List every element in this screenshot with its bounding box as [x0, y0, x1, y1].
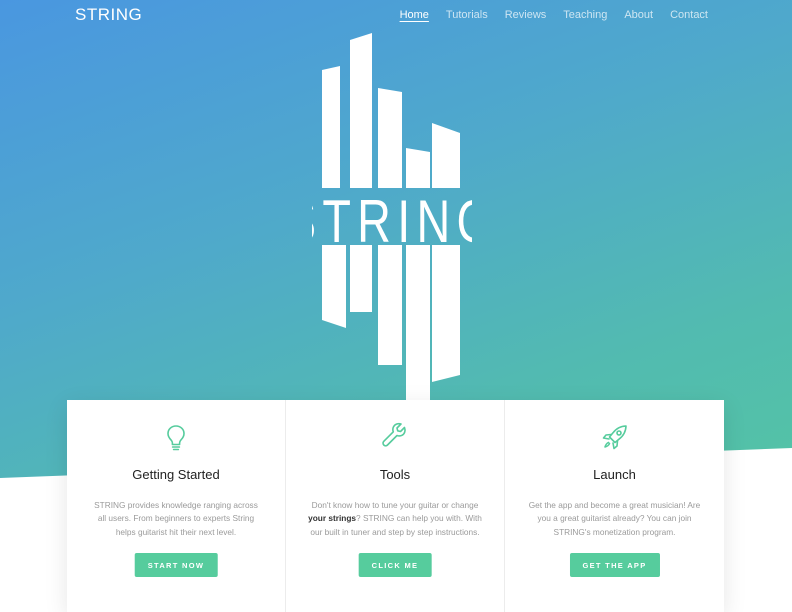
- wrench-icon: [382, 422, 406, 447]
- card-getting-started: Getting Started STRING provides knowledg…: [67, 400, 286, 612]
- get-the-app-button[interactable]: GET THE APP: [569, 553, 660, 577]
- nav-home[interactable]: Home: [400, 9, 429, 21]
- card-title: Tools: [379, 467, 411, 482]
- rocket-icon: [602, 425, 627, 450]
- nav-about[interactable]: About: [624, 9, 653, 21]
- card-text: Don't know how to tune your guitar or ch…: [308, 499, 482, 539]
- card-text: Get the app and become a great musician!…: [528, 500, 701, 537]
- nav-reviews[interactable]: Reviews: [505, 9, 547, 21]
- main-nav: Home Tutorials Reviews Teaching About Co…: [383, 9, 708, 21]
- card-title: Launch: [593, 467, 636, 482]
- card-text-emphasis: your strings: [308, 513, 357, 524]
- card-tools: Tools Don't know how to tune your guitar…: [286, 400, 505, 612]
- lightbulb-icon: [167, 425, 185, 451]
- nav-teaching[interactable]: Teaching: [563, 9, 607, 21]
- start-now-button[interactable]: START NOW: [134, 553, 218, 577]
- string-logo: STRING: [312, 33, 472, 402]
- card-text-start: Don't know how to tune your guitar or ch…: [311, 500, 479, 510]
- click-me-button[interactable]: CLICK ME: [358, 553, 432, 577]
- nav-tutorials[interactable]: Tutorials: [446, 9, 488, 21]
- feature-cards: Getting Started STRING provides knowledg…: [67, 400, 724, 612]
- brand-logo[interactable]: STRING: [75, 5, 142, 25]
- nav-contact[interactable]: Contact: [670, 9, 708, 21]
- card-launch: Launch Get the app and become a great mu…: [505, 400, 724, 612]
- card-title: Getting Started: [132, 467, 220, 482]
- card-text: STRING provides knowledge ranging across…: [94, 500, 258, 537]
- logo-text: STRING: [312, 188, 472, 255]
